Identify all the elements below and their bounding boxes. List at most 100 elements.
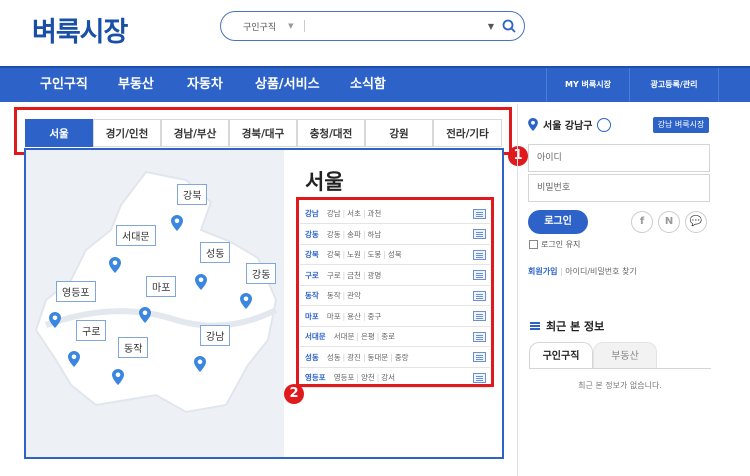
subarea-link[interactable]: 성동 [325, 353, 343, 362]
district-name[interactable]: 영등포 [305, 372, 326, 383]
map-pin-icon[interactable] [194, 356, 206, 372]
subarea-link[interactable]: 강동 [325, 230, 343, 239]
subarea-link[interactable]: 송파 [345, 230, 363, 239]
district-name[interactable]: 성동 [305, 352, 319, 363]
facebook-login-icon[interactable]: f [631, 211, 653, 233]
subarea-link[interactable]: 금천 [345, 271, 363, 280]
nav-realestate[interactable]: 부동산 [118, 68, 154, 102]
subarea-link[interactable]: 광명 [366, 271, 384, 280]
map-label-seongdong[interactable]: 성동 [200, 242, 231, 263]
nav-news[interactable]: 소식함 [350, 68, 386, 102]
subarea-link[interactable]: 동대문 [366, 353, 391, 362]
map-pin-icon[interactable] [109, 257, 121, 273]
tab-gangwon[interactable]: 강원 [365, 119, 433, 147]
tab-gyeongnam-busan[interactable]: 경남/부산 [161, 119, 229, 147]
district-name[interactable]: 구로 [305, 270, 319, 281]
district-row[interactable]: 영등포 영등포 | 양천 | 강서 [300, 368, 490, 388]
district-row[interactable]: 동작 동작 | 관악 [300, 286, 490, 306]
recent-tab-jobs[interactable]: 구인구직 [529, 342, 593, 369]
map-label-gangbuk[interactable]: 강북 [177, 184, 208, 205]
keep-login[interactable]: 로그인 유지 [529, 239, 580, 250]
district-row[interactable]: 구로 구로 | 금천 | 광명 [300, 266, 490, 286]
local-market-button[interactable]: 강남 벼룩시장 [653, 117, 709, 133]
tab-seoul[interactable]: 서울 [25, 119, 93, 147]
map-pin-icon[interactable] [139, 307, 151, 323]
subarea-link[interactable]: 양천 [359, 373, 377, 382]
subarea-link[interactable]: 강서 [379, 373, 397, 382]
search-category[interactable]: 구인구직 [243, 20, 276, 33]
listing-icon[interactable] [473, 229, 486, 239]
tab-jeolla-etc[interactable]: 전라/기타 [433, 119, 502, 147]
listing-icon[interactable] [473, 290, 486, 301]
site-logo[interactable]: 벼룩시장 [32, 10, 128, 49]
district-name[interactable]: 강남 [305, 208, 319, 219]
nav-jobs[interactable]: 구인구직 [40, 68, 88, 102]
map-label-seodaemun[interactable]: 서대문 [116, 225, 156, 246]
listing-icon[interactable] [473, 352, 486, 362]
subarea-link[interactable]: 강남 [325, 209, 343, 218]
district-row[interactable]: 강동 강동 | 송파 | 하남 [300, 225, 490, 245]
subarea-link[interactable]: 구로 [325, 271, 343, 280]
search-icon[interactable] [502, 19, 516, 33]
id-field[interactable]: 아이디 [528, 144, 710, 172]
subarea-link[interactable]: 마포 [325, 312, 343, 321]
subarea-link[interactable]: 과천 [366, 209, 384, 218]
password-field[interactable]: 비밀번호 [528, 174, 710, 202]
subarea-link[interactable]: 강북 [325, 250, 343, 259]
map-label-dongjak[interactable]: 동작 [118, 337, 149, 358]
join-link[interactable]: 회원가입 [528, 267, 557, 276]
map-pin-icon[interactable] [195, 274, 207, 290]
district-row[interactable]: 강남 강남 | 서초 | 과천 [300, 204, 490, 224]
district-row[interactable]: 서대문 서대문 | 은평 | 종로 [300, 327, 490, 347]
nav-cars[interactable]: 자동차 [187, 68, 223, 102]
subarea-link[interactable]: 영등포 [332, 373, 357, 382]
map-pin-icon[interactable] [240, 293, 252, 309]
district-row[interactable]: 성동 성동 | 광진 | 동대문 | 중랑 [300, 348, 490, 368]
listing-icon[interactable] [473, 208, 486, 219]
nav-goods-services[interactable]: 상품/서비스 [255, 68, 320, 102]
map-label-gangnam[interactable]: 강남 [200, 325, 231, 346]
district-name[interactable]: 강동 [305, 229, 319, 240]
recent-tab-realestate[interactable]: 부동산 [593, 342, 657, 369]
listing-icon[interactable] [473, 270, 486, 280]
nav-my[interactable]: MY 벼룩시장 [547, 68, 629, 102]
nav-ad-register[interactable]: 광고등록/관리 [630, 68, 718, 102]
subarea-link[interactable]: 광진 [345, 353, 363, 362]
listing-icon[interactable] [473, 249, 486, 260]
subarea-link[interactable]: 성북 [386, 250, 404, 259]
district-row[interactable]: 마포 마포 | 용산 | 중구 [300, 307, 490, 327]
district-name[interactable]: 마포 [305, 311, 319, 322]
keep-login-checkbox[interactable] [529, 240, 538, 249]
tab-gyeongbuk-daegu[interactable]: 경북/대구 [229, 119, 297, 147]
find-account-link[interactable]: 아이디/비밀번호 찾기 [565, 267, 636, 276]
map-pin-icon[interactable] [68, 351, 80, 367]
district-name[interactable]: 강북 [305, 249, 319, 260]
subarea-link[interactable]: 은평 [359, 332, 377, 341]
map-pin-icon[interactable] [171, 215, 183, 231]
subarea-link[interactable]: 서초 [345, 209, 363, 218]
district-name[interactable]: 서대문 [305, 331, 326, 342]
subarea-link[interactable]: 종로 [379, 332, 397, 341]
subarea-link[interactable]: 노원 [345, 250, 363, 259]
login-button[interactable]: 로그인 [528, 210, 588, 234]
map-label-gangdong[interactable]: 강동 [246, 263, 277, 284]
tab-gyeonggi-incheon[interactable]: 경기/인천 [93, 119, 161, 147]
search-input[interactable] [310, 16, 488, 36]
subarea-link[interactable]: 중구 [366, 312, 384, 321]
listing-icon[interactable] [473, 331, 486, 342]
subarea-link[interactable]: 관악 [345, 291, 363, 300]
naver-login-icon[interactable]: N [658, 211, 680, 233]
district-row[interactable]: 강북 강북 | 노원 | 도봉 | 성북 [300, 245, 490, 265]
subarea-link[interactable]: 서대문 [332, 332, 357, 341]
tab-chungcheong-daejeon[interactable]: 충청/대전 [297, 119, 365, 147]
subarea-link[interactable]: 동작 [325, 291, 343, 300]
map-pin-icon[interactable] [112, 369, 124, 385]
map-pin-icon[interactable] [49, 312, 61, 328]
listing-icon[interactable] [473, 311, 486, 321]
kakao-login-icon[interactable]: 💬 [685, 211, 707, 233]
listing-icon[interactable] [473, 372, 486, 383]
subarea-link[interactable]: 도봉 [366, 250, 384, 259]
search-dropdown-icon[interactable]: ▼ [488, 22, 494, 31]
district-name[interactable]: 동작 [305, 290, 319, 301]
category-chevron-down-icon[interactable]: ▼ [288, 22, 293, 30]
